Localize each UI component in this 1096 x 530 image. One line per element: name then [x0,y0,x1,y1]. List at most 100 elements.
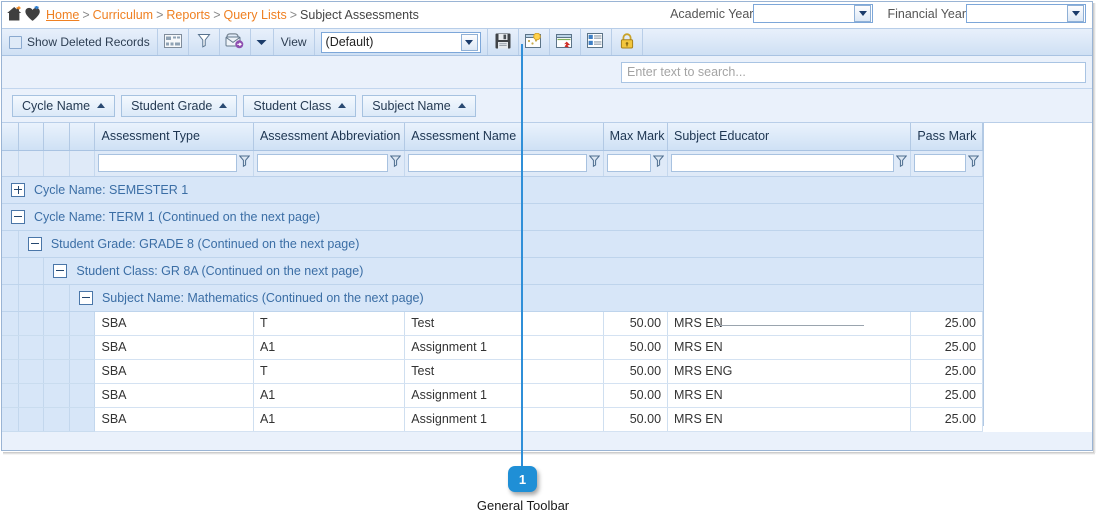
search-input[interactable] [621,61,1086,83]
breadcrumb-item-reports[interactable]: Reports [166,8,210,22]
group-row-label: Cycle Name: SEMESTER 1 [34,182,189,197]
filter-cell-subject-educator [667,150,912,177]
group-indent-cell [18,257,45,285]
padlock-icon [620,32,634,52]
financial-year-select[interactable] [966,4,1086,23]
table-row[interactable]: SBA A1 Assignment 1 50.00 MRS EN 25.00 [2,383,983,408]
table-row[interactable]: SBA T Test 50.00 MRS ENG 25.00 [2,359,983,384]
delete-view-button[interactable] [550,29,581,55]
chevron-down-icon [256,35,267,49]
table-row[interactable]: SBA A1 Assignment 1 50.00 MRS EN 25.00 [2,407,983,432]
filter-input-assessment-name[interactable] [408,154,587,172]
save-floppy-icon [495,33,511,52]
new-view-icon [525,32,542,52]
group-row-cell[interactable]: Student Grade: GRADE 8 (Continued on the… [18,230,983,258]
table-row[interactable]: SBA A1 Assignment 1 50.00 MRS EN 25.00 [2,335,983,360]
group-chip-cycle-name[interactable]: Cycle Name [12,94,116,117]
filter-funnel-icon[interactable] [967,155,980,171]
column-header-assessment-type[interactable]: Assessment Type [94,123,254,151]
group-row-class-gr8a[interactable]: Student Class: GR 8A (Continued on the n… [2,257,983,285]
group-row-grade-8[interactable]: Student Grade: GRADE 8 (Continued on the… [2,230,983,258]
row-indent-cell [2,335,19,360]
column-header-subject-educator[interactable]: Subject Educator [667,123,912,151]
chevron-down-icon[interactable] [460,33,478,51]
table-row[interactable]: SBA T Test 50.00 MRS EN 25.00 [2,311,983,336]
column-header-assessment-name[interactable]: Assessment Name [404,123,604,151]
sort-ascending-icon[interactable] [338,103,347,108]
cell-assessment-type: SBA [94,383,254,408]
academic-year-select[interactable] [753,4,874,23]
filter-indent-cell [18,150,45,177]
cell-max-mark: 50.00 [603,407,669,432]
breadcrumb-item-home[interactable]: Home [46,8,79,22]
cell-assessment-abbreviation: A1 [253,335,406,360]
column-layout-button[interactable] [158,29,189,55]
sort-ascending-icon[interactable] [457,103,466,108]
filter-funnel-icon[interactable] [389,155,402,171]
column-header-pass-mark[interactable]: Pass Mark [910,123,983,151]
breadcrumb-separator: > [156,8,164,22]
show-deleted-records-checkbox[interactable] [9,35,22,49]
grid-empty-area [983,123,1092,426]
filter-funnel-icon[interactable] [896,155,908,171]
group-row-cell[interactable]: Student Class: GR 8A (Continued on the n… [43,257,983,285]
cell-max-mark: 50.00 [603,383,669,408]
grid-filter-row [2,150,983,177]
grid-header-row: Assessment Type Assessment Abbreviation … [2,123,983,151]
new-view-button[interactable] [519,29,550,55]
export-button[interactable] [220,29,251,55]
column-header-assessment-abbreviation[interactable]: Assessment Abbreviation [253,123,406,151]
group-indent-cell [18,284,45,312]
group-chip-label: Subject Name [372,98,451,113]
row-indent-cell [18,383,45,408]
group-row-label: Student Class: GR 8A (Continued on the n… [76,263,364,278]
breadcrumb-trail: Home > Curriculum > Reports > Query Lists > Subj… [46,8,419,22]
collapse-minus-icon[interactable] [53,263,68,278]
group-chip-student-grade[interactable]: Student Grade [121,94,238,117]
view-properties-button[interactable] [581,29,612,55]
chevron-down-icon[interactable] [854,5,872,22]
group-row-cell[interactable]: Subject Name: Mathematics (Continued on … [69,284,983,312]
collapse-minus-icon[interactable] [11,209,25,224]
group-chip-student-class[interactable]: Student Class [243,94,357,117]
group-row-subject-mathematics[interactable]: Subject Name: Mathematics (Continued on … [2,284,983,312]
view-select-wrap: (Default) [315,29,487,55]
cell-assessment-abbreviation: A1 [253,383,406,408]
filter-funnel-icon[interactable] [588,155,600,171]
home-icon[interactable] [6,5,23,25]
filter-cell-assessment-name [404,150,604,177]
row-indent-cell [69,383,96,408]
collapse-minus-icon[interactable] [27,236,42,251]
group-chip-subject-name[interactable]: Subject Name [362,94,476,117]
sort-ascending-icon[interactable] [97,103,106,108]
chevron-down-icon[interactable] [1067,5,1084,22]
breadcrumb-bar: Home > Curriculum > Reports > Query Lists > Subj… [2,2,1092,28]
save-view-button[interactable] [486,29,519,55]
filter-funnel-icon [197,33,211,51]
sort-ascending-icon[interactable] [219,103,228,108]
collapse-minus-icon[interactable] [78,290,93,305]
filter-input-pass-mark[interactable] [914,154,966,172]
filter-input-assessment-type[interactable] [98,154,237,172]
lock-button[interactable] [612,29,643,55]
group-row-semester-1[interactable]: Cycle Name: SEMESTER 1 [2,176,983,204]
column-header-max-mark[interactable]: Max Mark [603,123,669,151]
group-row-term-1[interactable]: Cycle Name: TERM 1 (Continued on the nex… [2,203,983,231]
filter-funnel-icon[interactable] [652,155,665,171]
heart-icon[interactable] [24,5,41,25]
group-row-cell[interactable]: Cycle Name: TERM 1 (Continued on the nex… [2,203,983,231]
filter-input-assessment-abbreviation[interactable] [256,154,389,172]
group-row-label: Cycle Name: TERM 1 (Continued on the nex… [34,209,321,224]
view-select[interactable]: (Default) [320,31,481,53]
breadcrumb-item-query-lists[interactable]: Query Lists [224,8,287,22]
row-indent-cell [43,383,70,408]
filter-funnel-icon[interactable] [238,155,251,171]
filter-input-subject-educator[interactable] [671,154,895,172]
expand-plus-icon[interactable] [11,182,25,197]
show-deleted-records-toggle[interactable]: Show Deleted Records [2,29,158,55]
filter-button[interactable] [189,29,220,55]
group-row-cell[interactable]: Cycle Name: SEMESTER 1 [2,176,983,204]
filter-input-max-mark[interactable] [606,154,652,172]
breadcrumb-item-curriculum[interactable]: Curriculum [93,8,153,22]
export-dropdown-button[interactable] [251,29,274,55]
